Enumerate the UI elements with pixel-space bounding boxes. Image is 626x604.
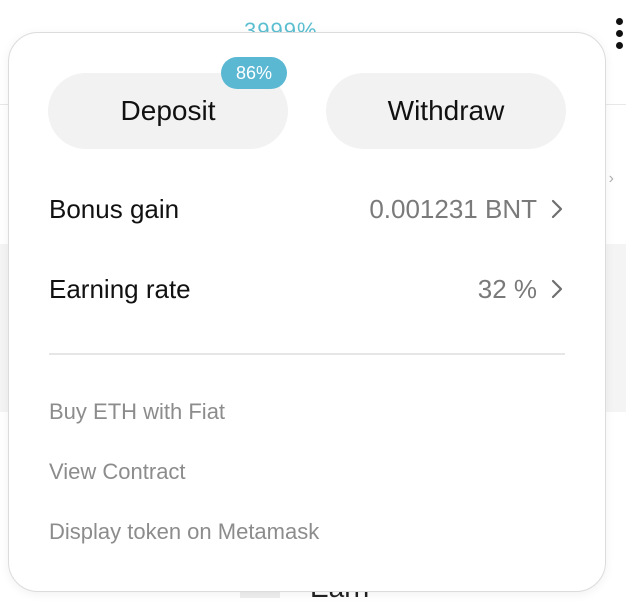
bonus-gain-row[interactable]: Bonus gain 0.001231 BNT <box>49 189 565 229</box>
deposit-badge: 86% <box>221 57 287 89</box>
bonus-gain-label: Bonus gain <box>49 193 180 224</box>
earning-rate-label: Earning rate <box>49 273 191 304</box>
earning-rate-value: 32 % <box>477 273 537 304</box>
buy-eth-link[interactable]: Buy ETH with Fiat <box>49 399 225 425</box>
background-chevron-icon: › <box>608 170 614 187</box>
popover-divider <box>49 353 565 355</box>
view-contract-link[interactable]: View Contract <box>49 459 186 485</box>
bonus-gain-value: 0.001231 BNT <box>369 193 537 224</box>
more-options-icon[interactable] <box>616 18 626 54</box>
withdraw-button[interactable]: Withdraw <box>326 73 566 149</box>
chevron-right-icon <box>551 279 563 299</box>
earning-rate-row[interactable]: Earning rate 32 % <box>49 269 565 309</box>
metamask-link[interactable]: Display token on Metamask <box>49 519 319 545</box>
actions-popover: Deposit 86% Withdraw Bonus gain 0.001231… <box>8 32 606 592</box>
chevron-right-icon <box>551 199 563 219</box>
